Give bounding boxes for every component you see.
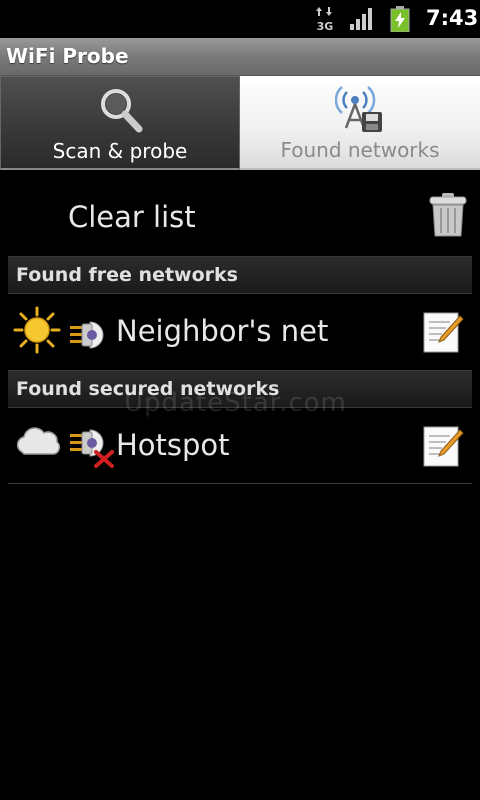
network-row[interactable]: Hotspot (8, 408, 472, 484)
clear-list-row[interactable]: Clear list (0, 172, 480, 256)
wifi-antenna-save-icon (335, 86, 382, 132)
plug-icon (70, 321, 104, 349)
app-title-bar: WiFi Probe (0, 38, 480, 76)
tab-scan-probe-label: Scan & probe (52, 139, 188, 163)
cloud-icon (16, 427, 61, 455)
trash-icon[interactable] (428, 192, 468, 238)
tab-scan-probe[interactable]: Scan & probe (0, 76, 240, 170)
sun-icon (13, 306, 61, 354)
tab-found-networks[interactable]: Found networks (240, 76, 480, 170)
tab-found-networks-label: Found networks (280, 138, 440, 162)
network-name: Neighbor's net (116, 314, 329, 348)
clear-list-label: Clear list (68, 200, 196, 234)
section-header-free-label: Found free networks (16, 264, 238, 286)
status-bar: 3G 7:43 (0, 0, 480, 38)
network-type-label: 3G (317, 20, 334, 32)
section-header-free: Found free networks (8, 256, 472, 294)
edit-icon[interactable] (422, 310, 464, 354)
signal-strength-icon (350, 8, 372, 30)
3g-data-icon: 3G (316, 7, 334, 32)
watermark: UpdateStar.com (124, 388, 347, 418)
clock: 7:43 (426, 6, 479, 30)
plug-disconnected-icon (70, 429, 114, 468)
tab-bar: Scan & probe Found networks (0, 76, 480, 170)
network-name: Hotspot (116, 428, 230, 462)
app-title: WiFi Probe (6, 44, 129, 68)
edit-icon[interactable] (422, 424, 464, 468)
magnifier-icon (101, 89, 143, 133)
battery-charging-icon (390, 6, 410, 32)
network-row[interactable]: Neighbor's net (8, 294, 472, 370)
